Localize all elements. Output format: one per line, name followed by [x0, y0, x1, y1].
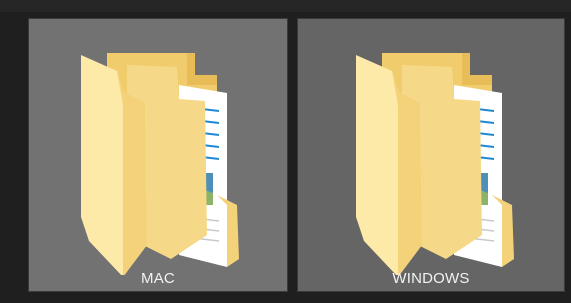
folder-view: MAC WINDOWS	[0, 0, 571, 303]
folder-label: MAC	[141, 270, 175, 287]
top-strip	[0, 0, 571, 12]
folder-tile-mac[interactable]: MAC	[28, 18, 288, 292]
folder-icon	[81, 53, 239, 275]
folder-icon	[356, 53, 514, 275]
folder-label: WINDOWS	[392, 270, 470, 287]
folder-tile-windows[interactable]: WINDOWS	[297, 18, 565, 292]
